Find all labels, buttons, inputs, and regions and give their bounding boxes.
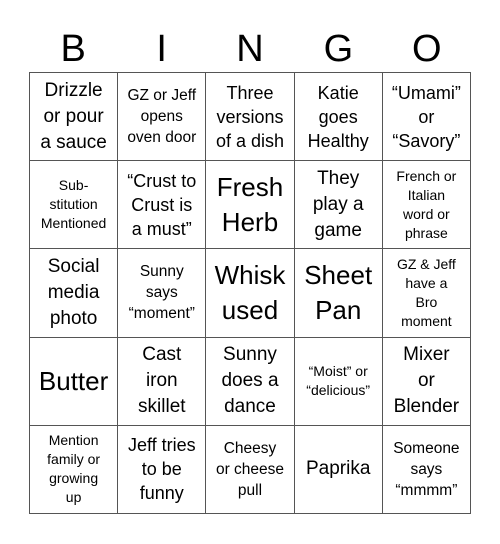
bingo-cell[interactable]: Mixer or Blender [382,337,471,426]
bingo-cell[interactable]: Mention family or growing up [30,425,119,514]
header-letter-i: I [156,28,167,70]
bingo-cell[interactable]: Someone says “mmmm” [382,425,471,514]
bingo-cell-text: They play a game [312,167,364,241]
bingo-cell[interactable]: French or Italian word or phrase [382,161,471,250]
bingo-cell-text: Sheet Pan [304,259,373,325]
bingo-cell[interactable]: Paprika [294,425,383,514]
bingo-cell[interactable]: Social media photo [30,249,119,338]
bingo-cell[interactable]: They play a game [294,161,383,250]
bingo-cell[interactable]: Cheesy or cheese pull [206,425,295,514]
bingo-cell-text: Katie goes Healthy [307,82,369,151]
header-letter-o: O [412,28,442,70]
bingo-cell[interactable]: Katie goes Healthy [294,73,383,162]
bingo-cell-text: Sunny says “moment” [128,263,195,323]
bingo-cell-text: Drizzle or pour a sauce [40,79,107,153]
bingo-cell-text: Mixer or Blender [393,344,460,418]
bingo-cell-text: Mention family or growing up [47,432,101,506]
bingo-cell-text: Fresh Herb [216,171,284,237]
bingo-cell[interactable]: Sunny says “moment” [118,249,207,338]
bingo-cell-text: Sunny does a dance [221,344,279,418]
bingo-cell[interactable]: “Moist” or “delicious” [294,337,383,426]
bingo-cell-text: Cast iron skillet [138,344,186,418]
bingo-cell[interactable]: “Crust to Crust is a must” [118,161,207,250]
bingo-header: B I N G O [29,26,471,72]
bingo-cell-text: Someone says “mmmm” [393,439,460,499]
bingo-cell-text: “Crust to Crust is a must” [127,170,197,239]
bingo-cell-text: French or Italian word or phrase [396,167,457,241]
bingo-cell-text: Jeff tries to be funny [127,435,196,504]
bingo-cell-text: “Moist” or “delicious” [306,363,371,399]
bingo-cell[interactable]: “Umami” or “Savory” [382,73,471,162]
bingo-cell[interactable]: Whisk used [206,249,295,338]
bingo-cell-text: Social media photo [47,255,100,329]
bingo-cell[interactable]: Cast iron skillet [118,337,207,426]
bingo-cell-text: Cheesy or cheese pull [215,439,285,499]
bingo-cell-text: Paprika [305,458,371,480]
bingo-cell-text: “Umami” or “Savory” [391,82,461,151]
bingo-cell-text: Three versions of a dish [215,82,285,151]
header-letter-b: B [60,28,86,70]
bingo-grid: Drizzle or pour a sauce GZ or Jeff opens … [29,72,471,514]
bingo-cell[interactable]: Sunny does a dance [206,337,295,426]
bingo-cell[interactable]: Jeff tries to be funny [118,425,207,514]
header-letter-g: G [323,28,354,70]
bingo-cell-text: Whisk used [214,259,286,325]
bingo-cell-text: GZ & Jeff have a Bro moment [396,255,456,329]
bingo-cell[interactable]: Fresh Herb [206,161,295,250]
bingo-cell[interactable]: Three versions of a dish [206,73,295,162]
header-letter-n: N [236,28,264,70]
bingo-cell[interactable]: GZ or Jeff opens oven door [118,73,207,162]
bingo-cell-text: Butter [38,365,109,396]
bingo-cell[interactable]: Sheet Pan [294,249,383,338]
bingo-cell[interactable]: Butter [30,337,119,426]
bingo-cell-text: Sub- stitution Mentioned [40,177,107,232]
bingo-cell[interactable]: GZ & Jeff have a Bro moment [382,249,471,338]
bingo-cell[interactable]: Drizzle or pour a sauce [30,73,119,162]
bingo-cell-text: GZ or Jeff opens oven door [127,87,197,147]
bingo-cell[interactable]: Sub- stitution Mentioned [30,161,119,250]
